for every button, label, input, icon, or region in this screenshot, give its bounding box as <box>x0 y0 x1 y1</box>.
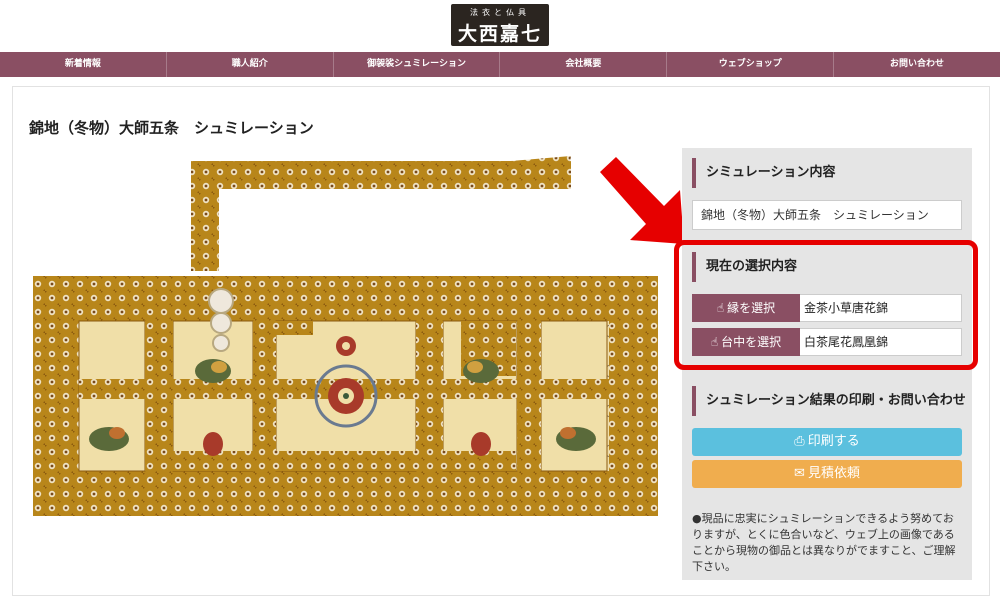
estimate-request-button[interactable]: ✉ 見積依頼 <box>692 460 962 488</box>
nav-item-kesa-simulation[interactable]: 御袈裟シュミレーション <box>332 52 500 77</box>
main-nav: 新着情報 職人紹介 御袈裟シュミレーション 会社概要 ウェブショップ お問い合わ… <box>0 52 1000 77</box>
print-label: 印刷する <box>807 434 860 449</box>
print-button[interactable]: ⎙ 印刷する <box>692 428 962 456</box>
red-arrow-icon <box>600 157 684 244</box>
select-border-label: 縁を選択 <box>727 301 776 315</box>
print-icon: ⎙ <box>794 434 805 449</box>
envelope-icon: ✉ <box>794 466 805 481</box>
disclaimer-note: ●現品に忠実にシュミレーションできるよう努めておりますが、とくに色合いなど、ウェ… <box>692 512 956 573</box>
estimate-label: 見積依頼 <box>807 466 860 481</box>
logo-subtext: 法衣と仏具 <box>470 8 530 17</box>
nav-item-craftsmen[interactable]: 職人紹介 <box>165 52 333 77</box>
page-title: 錦地（冬物）大師五条 シュミレーション <box>29 119 314 137</box>
hand-pointer-icon: ☝ <box>710 335 719 349</box>
border-fabric-value: 金茶小草唐花錦 <box>800 294 962 322</box>
hand-pointer-icon: ☝ <box>716 301 725 315</box>
kesa-preview-image <box>33 156 658 516</box>
selection-row-border: ☝ 縁を選択 金茶小草唐花錦 <box>692 294 962 322</box>
selection-row-center: ☝ 台中を選択 白茶尾花鳳凰錦 <box>692 328 962 356</box>
print-inquiry-heading: シュミレーション結果の印刷・お問い合わせ <box>692 386 966 416</box>
content-heading: シミュレーション内容 <box>692 158 835 188</box>
site-logo[interactable]: 法衣と仏具 大西嘉七 <box>451 4 549 46</box>
logo-text: 大西嘉七 <box>457 23 542 45</box>
nav-item-webshop[interactable]: ウェブショップ <box>666 52 833 77</box>
center-fabric-value: 白茶尾花鳳凰錦 <box>800 328 962 356</box>
select-center-button[interactable]: ☝ 台中を選択 <box>692 328 800 356</box>
select-border-button[interactable]: ☝ 縁を選択 <box>692 294 800 322</box>
nav-item-company[interactable]: 会社概要 <box>499 52 666 77</box>
content-summary: 錦地（冬物）大師五条 シュミレーション <box>692 200 962 230</box>
select-center-label: 台中を選択 <box>721 335 782 349</box>
nav-item-news[interactable]: 新着情報 <box>0 52 166 77</box>
nav-item-contact[interactable]: お問い合わせ <box>833 52 1000 77</box>
